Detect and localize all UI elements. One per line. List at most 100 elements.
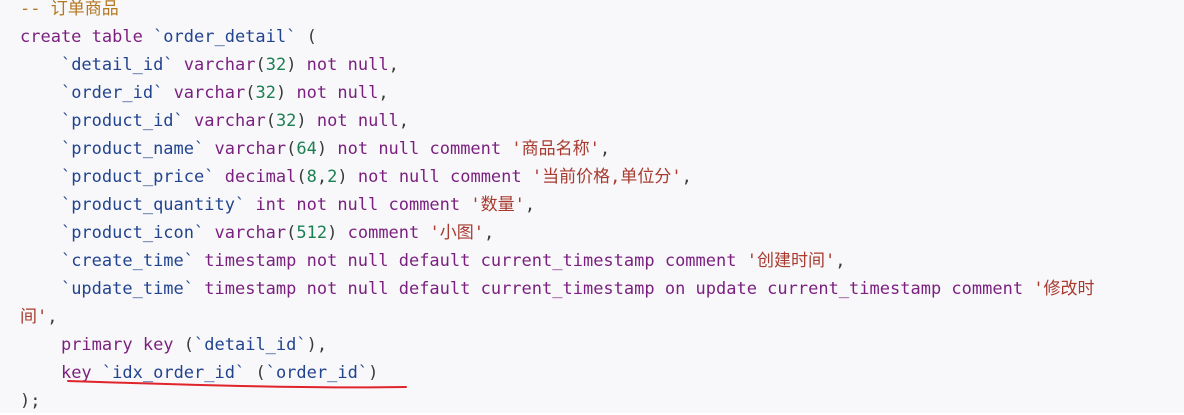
code-punctuation: , [388,55,399,75]
code-keyword: timestamp not null default current_times… [204,279,1024,299]
code-punctuation [174,55,184,75]
code-identifier: `detail_id` [60,55,174,75]
code-identifier: `update_time` [60,279,195,299]
code-punctuation [20,335,61,355]
code-keyword: decimal [224,167,297,187]
code-keyword: varchar [194,111,266,131]
code-lines: -- 订单商品 create table `order_detail` ( `de… [20,0,1184,415]
code-keyword: not null [316,111,399,131]
code-line: -- 订单商品 [20,0,1184,23]
code-number: 64 [296,139,317,159]
code-line: `order_id` varchar(32) not null, [20,79,1184,107]
code-punctuation [736,251,746,271]
code-string: '小图' [429,223,484,243]
code-punctuation: , [599,139,611,159]
code-punctuation [163,83,173,103]
code-punctuation: , [524,195,536,215]
code-identifier: `idx_order_id` [101,363,246,383]
code-punctuation: ( [173,335,195,355]
code-punctuation [1023,279,1033,299]
code-line: `detail_id` varchar(32) not null, [20,51,1184,79]
code-identifier: `detail_id` [194,335,307,355]
code-number: 2 [327,167,338,187]
code-line: `create_time` timestamp not null default… [20,247,1184,275]
code-punctuation [460,195,470,215]
code-punctuation: ( [265,111,276,131]
code-punctuation: ) [327,223,348,243]
code-punctuation [20,363,61,383]
code-keyword: not null comment [337,139,502,159]
code-identifier: `create_time` [60,251,195,271]
code-punctuation: ) [286,55,307,75]
code-punctuation: ( [286,223,297,243]
code-number: 32 [265,55,287,75]
code-identifier: `order_id` [60,83,164,103]
code-punctuation: , [681,167,692,187]
code-number: 8 [306,167,317,187]
code-string: '商品名称' [511,139,600,159]
code-punctuation: , [47,307,58,327]
code-keyword: varchar [214,223,287,243]
code-punctuation [20,139,61,159]
code-punctuation [184,111,194,131]
code-keyword: not null comment [357,167,522,187]
code-punctuation: ( [296,27,317,47]
code-string: '创建时间' [746,251,836,271]
code-number: 32 [275,111,297,131]
code-keyword: not null [306,55,389,75]
code-line: `product_icon` varchar(512) comment '小图'… [20,219,1184,247]
code-keyword: create table [20,27,154,47]
code-punctuation [522,167,532,187]
code-punctuation [245,195,255,215]
code-punctuation [20,279,61,299]
code-comment: -- 订单商品 [20,0,119,19]
code-string: 间' [20,307,48,327]
code-punctuation: ) [316,139,338,159]
code-punctuation [194,279,204,299]
code-punctuation: ) [337,167,358,187]
code-number: 32 [255,83,276,103]
code-line: `product_name` varchar(64) not null comm… [20,135,1184,163]
code-line: `product_quantity` int not null comment … [20,191,1184,219]
code-punctuation: ) [296,111,317,131]
code-line: `product_id` varchar(32) not null, [20,107,1184,135]
code-punctuation [20,111,61,131]
code-punctuation: , [398,111,410,131]
code-punctuation: ) [368,363,379,383]
code-punctuation [20,251,61,271]
code-punctuation: ), [306,335,328,355]
code-line: primary key (`detail_id`), [20,331,1184,359]
code-punctuation: ( [255,55,266,75]
code-identifier: `product_name` [60,139,205,159]
code-punctuation [92,363,102,383]
code-number: 512 [296,223,328,243]
code-identifier: `product_price` [60,167,215,187]
code-punctuation: ( [245,363,266,383]
code-punctuation [214,167,224,187]
code-line: key `idx_order_id` (`order_id`) [20,359,1184,387]
code-punctuation: , [316,167,328,187]
code-block: -- 订单商品 create table `order_detail` ( `de… [0,0,1184,413]
code-punctuation: , [484,223,495,243]
code-line: `update_time` timestamp not null default… [20,275,1184,303]
code-punctuation: ( [296,167,307,187]
code-punctuation [20,83,61,103]
code-keyword: comment [347,223,420,243]
code-punctuation: , [835,251,846,271]
code-string: '当前价格,单位分' [531,167,682,187]
code-punctuation: ) [275,83,297,103]
code-keyword: int not null comment [255,195,461,215]
code-punctuation [20,223,61,243]
code-line: 间', [20,303,1184,331]
code-keyword: timestamp not null default current_times… [204,251,737,271]
code-punctuation: , [378,83,389,103]
code-line: `product_price` decimal(8,2) not null co… [20,163,1184,191]
code-punctuation [419,223,429,243]
code-identifier: `order_id` [265,363,369,383]
code-string: '修改时 [1033,279,1095,299]
code-identifier: `product_id` [60,111,184,131]
code-punctuation [501,139,511,159]
code-line: ); [20,387,1184,415]
code-keyword: varchar [183,55,256,75]
code-punctuation [204,223,214,243]
